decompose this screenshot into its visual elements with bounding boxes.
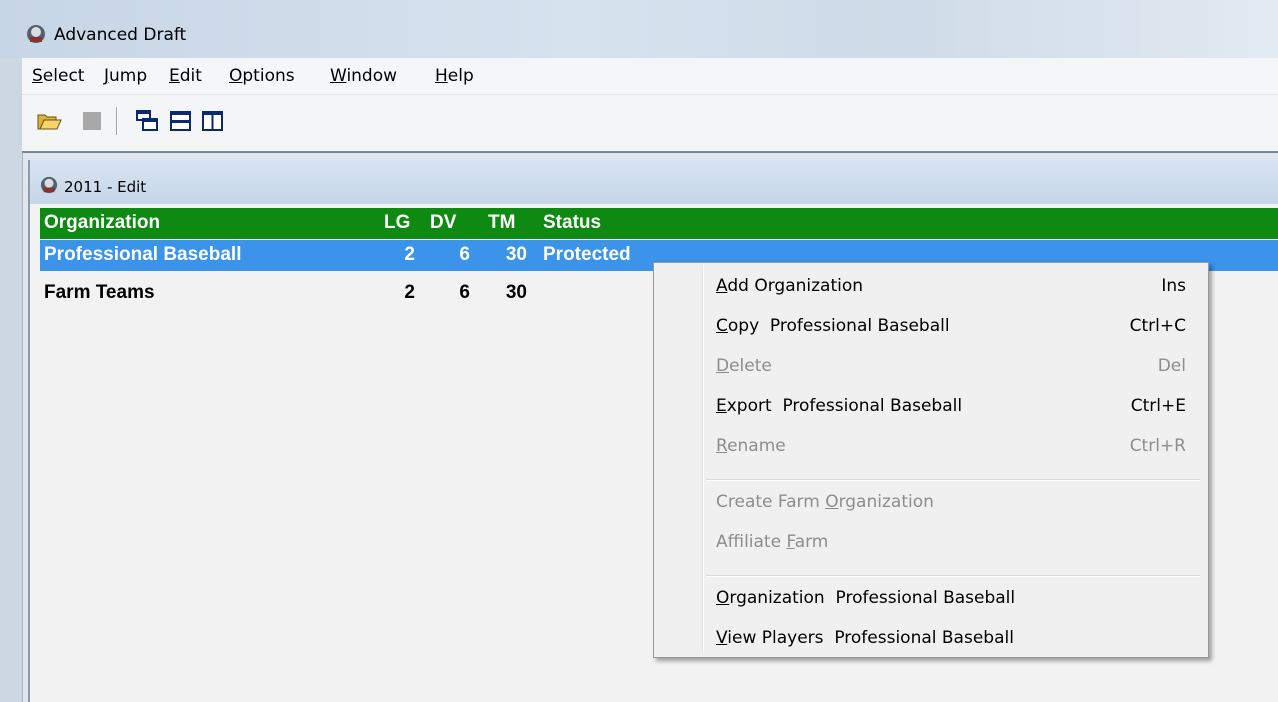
cascade-windows-icon[interactable] (134, 109, 160, 133)
context-menu-item-delete[interactable]: Delete Del (716, 353, 1186, 381)
context-menu-item-label: Organization Professional Baseball (716, 588, 1016, 608)
context-menu-item-label: Create Farm Organization (716, 492, 934, 512)
context-menu-item-shortcut: Ctrl+E (1130, 396, 1186, 416)
context-menu-item-shortcut: Ins (1161, 276, 1186, 296)
cell-tm: 30 (505, 282, 527, 303)
child-window-title-bar[interactable]: 2011 - Edit (30, 160, 1278, 204)
context-menu-item-add-organization[interactable]: Add Organization Ins (716, 273, 1186, 301)
organization-grid-header: Organization LG DV TM Status (40, 208, 1278, 239)
menu-select[interactable]: Select (32, 66, 84, 86)
cell-lg: 2 (404, 282, 415, 303)
menu-help[interactable]: Help (435, 66, 474, 86)
tile-horizontal-icon[interactable] (168, 109, 194, 133)
cell-lg: 2 (404, 244, 415, 265)
open-folder-icon[interactable] (36, 109, 62, 133)
baseball-player-icon (40, 176, 58, 194)
cell-dv: 6 (459, 282, 470, 303)
menu-bar: Select Jump Edit Options Window Help (22, 58, 1278, 95)
tile-vertical-icon[interactable] (200, 109, 226, 133)
menu-jump[interactable]: Jump (104, 66, 147, 86)
cell-organization: Professional Baseball (44, 244, 242, 265)
context-menu-separator (706, 479, 1200, 480)
context-menu-item-view-players-professional-baseball[interactable]: View Players Professional Baseball (716, 625, 1186, 653)
column-header-status[interactable]: Status (543, 212, 601, 234)
menu-window[interactable]: Window (330, 66, 397, 86)
cell-tm: 30 (505, 244, 527, 265)
context-menu-item-copy-professional-baseball[interactable]: Copy Professional Baseball Ctrl+C (716, 313, 1186, 341)
toolbar-separator (116, 107, 117, 135)
toolbar (22, 95, 1278, 153)
context-menu-item-shortcut: Ctrl+R (1129, 436, 1186, 456)
context-menu-item-shortcut: Del (1157, 356, 1186, 376)
column-header-tm[interactable]: TM (488, 212, 538, 234)
baseball-player-icon (27, 25, 45, 43)
window-frame (0, 58, 23, 702)
context-menu-item-label: View Players Professional Baseball (716, 628, 1014, 648)
context-menu-item-label: Rename (716, 436, 786, 456)
context-menu-item-export-professional-baseball[interactable]: Export Professional Baseball Ctrl+E (716, 393, 1186, 421)
column-header-dv[interactable]: DV (430, 212, 476, 234)
cell-organization: Farm Teams (44, 282, 155, 303)
context-menu-item-label: Copy Professional Baseball (716, 316, 950, 336)
child-window-title: 2011 - Edit (64, 178, 147, 196)
context-menu-gutter (702, 265, 703, 653)
column-header-organization[interactable]: Organization (44, 212, 160, 234)
context-menu: Add Organization Ins Copy Professional Bas… (653, 262, 1209, 658)
context-menu-item-label: Affiliate Farm (716, 532, 829, 552)
context-menu-item-label: Delete (716, 356, 772, 376)
menu-options[interactable]: Options (229, 66, 295, 86)
context-menu-item-label: Add Organization (716, 276, 864, 296)
stop-icon[interactable] (80, 109, 106, 133)
context-menu-item-organization-professional-baseball[interactable]: Organization Professional Baseball (716, 585, 1186, 613)
window-title-bar[interactable]: Advanced Draft (0, 0, 1278, 59)
menu-edit[interactable]: Edit (169, 66, 202, 86)
context-menu-item-label: Export Professional Baseball (716, 396, 963, 416)
context-menu-item-affiliate-farm[interactable]: Affiliate Farm (716, 529, 1186, 557)
cell-status: Protected (543, 244, 631, 265)
context-menu-item-shortcut: Ctrl+C (1129, 316, 1186, 336)
context-menu-separator (706, 575, 1200, 576)
context-menu-item-rename[interactable]: Rename Ctrl+R (716, 433, 1186, 461)
cell-dv: 6 (459, 244, 470, 265)
window-title: Advanced Draft (54, 25, 187, 45)
context-menu-item-create-farm-organization[interactable]: Create Farm Organization (716, 489, 1186, 517)
column-header-lg[interactable]: LG (384, 212, 424, 234)
